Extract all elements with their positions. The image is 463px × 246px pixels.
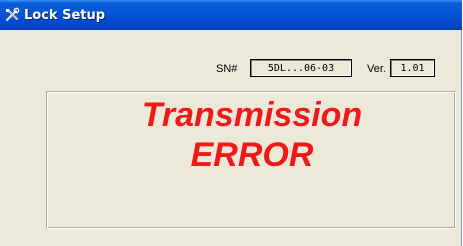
message-panel: Transmission ERROR [46,91,456,229]
version-field: 1.01 [390,59,435,77]
error-message-line-1: Transmission [141,96,363,134]
serial-number-label: SN# [216,63,238,75]
version-label: Ver. [367,63,386,75]
device-info-row: SN# 5DL...06-03 Ver. 1.01 [0,59,462,79]
title-bar[interactable]: Lock Setup [0,0,462,30]
serial-number-field: 5DL...06-03 [250,59,352,77]
tools-icon [4,7,20,23]
lock-setup-window: Lock Setup SN# 5DL...06-03 Ver. 1.01 Tra… [0,0,462,246]
error-message-line-2: ERROR [190,136,314,174]
window-title: Lock Setup [24,7,106,23]
